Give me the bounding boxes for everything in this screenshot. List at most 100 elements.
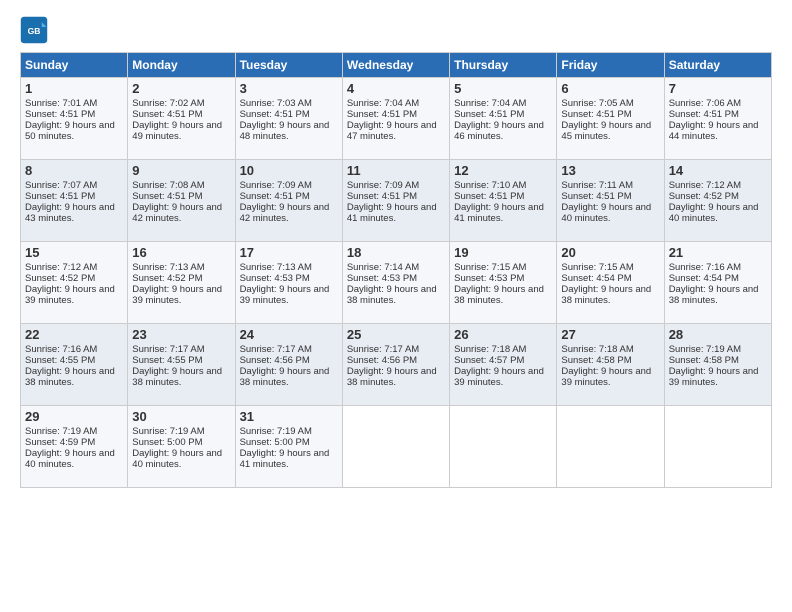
day-number: 25 — [347, 327, 445, 342]
day-cell — [342, 406, 449, 488]
daylight: Daylight: 9 hours and 40 minutes. — [25, 448, 115, 470]
sunrise: Sunrise: 7:17 AM — [240, 344, 312, 355]
sunset: Sunset: 4:58 PM — [561, 355, 631, 366]
sunrise: Sunrise: 7:17 AM — [347, 344, 419, 355]
day-cell: 26Sunrise: 7:18 AMSunset: 4:57 PMDayligh… — [450, 324, 557, 406]
day-cell: 22Sunrise: 7:16 AMSunset: 4:55 PMDayligh… — [21, 324, 128, 406]
week-row-1: 1Sunrise: 7:01 AMSunset: 4:51 PMDaylight… — [21, 78, 772, 160]
daylight: Daylight: 9 hours and 38 minutes. — [669, 284, 759, 306]
week-row-2: 8Sunrise: 7:07 AMSunset: 4:51 PMDaylight… — [21, 160, 772, 242]
daylight: Daylight: 9 hours and 41 minutes. — [454, 202, 544, 224]
sunrise: Sunrise: 7:18 AM — [454, 344, 526, 355]
sunrise: Sunrise: 7:13 AM — [240, 262, 312, 273]
sunset: Sunset: 4:56 PM — [240, 355, 310, 366]
sunrise: Sunrise: 7:19 AM — [240, 426, 312, 437]
daylight: Daylight: 9 hours and 41 minutes. — [240, 448, 330, 470]
sunset: Sunset: 4:54 PM — [561, 273, 631, 284]
daylight: Daylight: 9 hours and 50 minutes. — [25, 120, 115, 142]
day-number: 28 — [669, 327, 767, 342]
day-cell: 7Sunrise: 7:06 AMSunset: 4:51 PMDaylight… — [664, 78, 771, 160]
day-number: 11 — [347, 163, 445, 178]
day-cell: 31Sunrise: 7:19 AMSunset: 5:00 PMDayligh… — [235, 406, 342, 488]
daylight: Daylight: 9 hours and 42 minutes. — [240, 202, 330, 224]
sunset: Sunset: 4:58 PM — [669, 355, 739, 366]
daylight: Daylight: 9 hours and 38 minutes. — [454, 284, 544, 306]
daylight: Daylight: 9 hours and 39 minutes. — [561, 366, 651, 388]
day-cell: 15Sunrise: 7:12 AMSunset: 4:52 PMDayligh… — [21, 242, 128, 324]
day-cell: 11Sunrise: 7:09 AMSunset: 4:51 PMDayligh… — [342, 160, 449, 242]
sunrise: Sunrise: 7:08 AM — [132, 180, 204, 191]
day-number: 10 — [240, 163, 338, 178]
day-number: 1 — [25, 81, 123, 96]
sunrise: Sunrise: 7:18 AM — [561, 344, 633, 355]
daylight: Daylight: 9 hours and 40 minutes. — [132, 448, 222, 470]
daylight: Daylight: 9 hours and 38 minutes. — [347, 366, 437, 388]
day-number: 13 — [561, 163, 659, 178]
day-cell: 24Sunrise: 7:17 AMSunset: 4:56 PMDayligh… — [235, 324, 342, 406]
day-cell: 19Sunrise: 7:15 AMSunset: 4:53 PMDayligh… — [450, 242, 557, 324]
daylight: Daylight: 9 hours and 40 minutes. — [561, 202, 651, 224]
sunrise: Sunrise: 7:13 AM — [132, 262, 204, 273]
day-number: 16 — [132, 245, 230, 260]
day-number: 9 — [132, 163, 230, 178]
sunrise: Sunrise: 7:17 AM — [132, 344, 204, 355]
daylight: Daylight: 9 hours and 38 minutes. — [240, 366, 330, 388]
sunset: Sunset: 4:52 PM — [132, 273, 202, 284]
day-number: 31 — [240, 409, 338, 424]
calendar-table: SundayMondayTuesdayWednesdayThursdayFrid… — [20, 52, 772, 488]
sunrise: Sunrise: 7:05 AM — [561, 98, 633, 109]
sunset: Sunset: 4:55 PM — [25, 355, 95, 366]
week-row-4: 22Sunrise: 7:16 AMSunset: 4:55 PMDayligh… — [21, 324, 772, 406]
day-number: 3 — [240, 81, 338, 96]
day-number: 26 — [454, 327, 552, 342]
logo-icon: GB — [20, 16, 48, 44]
sunset: Sunset: 4:51 PM — [454, 191, 524, 202]
sunset: Sunset: 4:51 PM — [132, 191, 202, 202]
daylight: Daylight: 9 hours and 48 minutes. — [240, 120, 330, 142]
day-cell: 27Sunrise: 7:18 AMSunset: 4:58 PMDayligh… — [557, 324, 664, 406]
sunrise: Sunrise: 7:11 AM — [561, 180, 633, 191]
day-number: 18 — [347, 245, 445, 260]
sunrise: Sunrise: 7:15 AM — [454, 262, 526, 273]
day-cell: 9Sunrise: 7:08 AMSunset: 4:51 PMDaylight… — [128, 160, 235, 242]
day-cell: 1Sunrise: 7:01 AMSunset: 4:51 PMDaylight… — [21, 78, 128, 160]
sunset: Sunset: 4:55 PM — [132, 355, 202, 366]
sunrise: Sunrise: 7:16 AM — [25, 344, 97, 355]
day-cell: 5Sunrise: 7:04 AMSunset: 4:51 PMDaylight… — [450, 78, 557, 160]
sunset: Sunset: 4:51 PM — [347, 191, 417, 202]
sunrise: Sunrise: 7:12 AM — [669, 180, 741, 191]
sunrise: Sunrise: 7:04 AM — [454, 98, 526, 109]
sunrise: Sunrise: 7:09 AM — [240, 180, 312, 191]
day-number: 6 — [561, 81, 659, 96]
sunset: Sunset: 4:51 PM — [240, 191, 310, 202]
sunrise: Sunrise: 7:15 AM — [561, 262, 633, 273]
col-header-monday: Monday — [128, 53, 235, 78]
daylight: Daylight: 9 hours and 39 minutes. — [240, 284, 330, 306]
day-number: 8 — [25, 163, 123, 178]
day-cell: 25Sunrise: 7:17 AMSunset: 4:56 PMDayligh… — [342, 324, 449, 406]
sunrise: Sunrise: 7:01 AM — [25, 98, 97, 109]
sunset: Sunset: 5:00 PM — [132, 437, 202, 448]
sunrise: Sunrise: 7:19 AM — [132, 426, 204, 437]
sunset: Sunset: 4:51 PM — [347, 109, 417, 120]
sunset: Sunset: 4:51 PM — [454, 109, 524, 120]
daylight: Daylight: 9 hours and 39 minutes. — [454, 366, 544, 388]
day-cell: 13Sunrise: 7:11 AMSunset: 4:51 PMDayligh… — [557, 160, 664, 242]
daylight: Daylight: 9 hours and 38 minutes. — [561, 284, 651, 306]
day-number: 4 — [347, 81, 445, 96]
daylight: Daylight: 9 hours and 40 minutes. — [669, 202, 759, 224]
col-header-thursday: Thursday — [450, 53, 557, 78]
day-cell: 10 Sunrise: 7:09 AMSunset: 4:51 PMDayligh… — [235, 160, 342, 242]
sunset: Sunset: 4:51 PM — [669, 109, 739, 120]
sunset: Sunset: 4:51 PM — [25, 191, 95, 202]
day-cell: 12Sunrise: 7:10 AMSunset: 4:51 PMDayligh… — [450, 160, 557, 242]
sunset: Sunset: 4:51 PM — [240, 109, 310, 120]
daylight: Daylight: 9 hours and 39 minutes. — [669, 366, 759, 388]
day-cell: 4Sunrise: 7:04 AMSunset: 4:51 PMDaylight… — [342, 78, 449, 160]
day-cell: 20Sunrise: 7:15 AMSunset: 4:54 PMDayligh… — [557, 242, 664, 324]
sunrise: Sunrise: 7:03 AM — [240, 98, 312, 109]
daylight: Daylight: 9 hours and 39 minutes. — [25, 284, 115, 306]
daylight: Daylight: 9 hours and 47 minutes. — [347, 120, 437, 142]
sunset: Sunset: 4:59 PM — [25, 437, 95, 448]
day-cell: 8Sunrise: 7:07 AMSunset: 4:51 PMDaylight… — [21, 160, 128, 242]
